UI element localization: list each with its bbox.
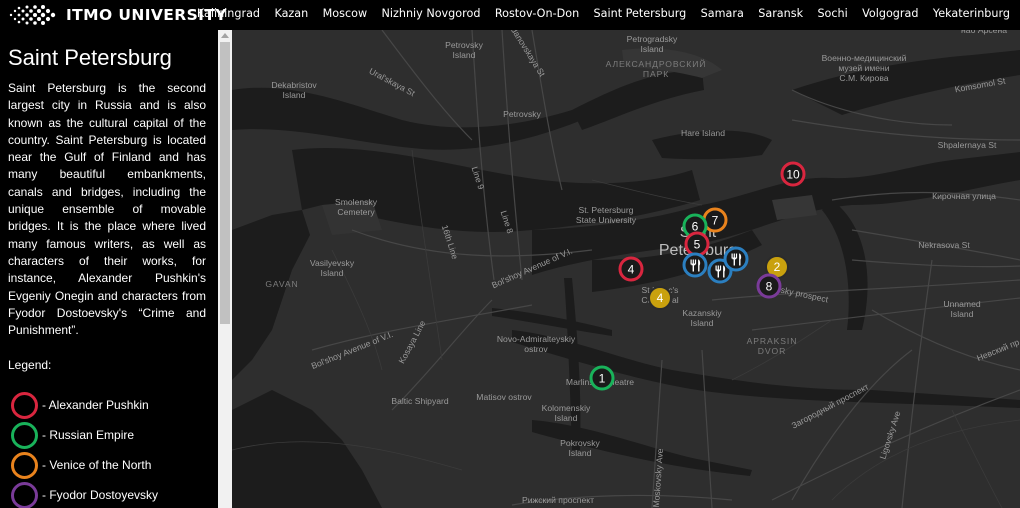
- scroll-thumb[interactable]: [220, 42, 230, 324]
- map-label-petrogradsky: Petrogradsky Island: [626, 34, 678, 54]
- map-label-petrovsky: Petrovsky Island: [445, 40, 483, 60]
- map-label-rizhsky: Рижский проспект: [521, 495, 595, 505]
- legend-label: - Russian Empire: [42, 428, 135, 442]
- map-marker-8[interactable]: 8: [756, 273, 782, 299]
- legend-item: - Fyodor Dostoyevsky: [11, 480, 158, 508]
- scroll-up-arrow-icon[interactable]: [221, 33, 229, 38]
- map-label-kolomensky: Kolomenskiy Island: [541, 403, 591, 423]
- map-label-pokrovsky: Pokrovsky Island: [560, 438, 600, 458]
- map-label-petrovsky-st: Petrovsky: [503, 109, 541, 119]
- map-label-gavan: GAVAN: [265, 279, 299, 289]
- city-nav: Kaliningrad Kazan Moscow Nizhniy Novgorod Ro…: [197, 7, 1010, 20]
- map-label-aleksandrovsky: АЛЕКСАНДРОВСКИЙ ПАРК: [605, 59, 707, 79]
- top-bar: ITMO UNIVERSITY Kaliningrad Kazan Moscow Ni…: [0, 0, 1020, 30]
- map-marker-4[interactable]: 4: [618, 256, 644, 282]
- nav-city-saint-petersburg[interactable]: Saint Petersburg: [594, 7, 687, 20]
- legend-label: - Fyodor Dostoyevsky: [42, 488, 159, 502]
- legend-item: - Venice of the North: [11, 450, 151, 480]
- nav-city-yekaterinburg[interactable]: Yekaterinburg: [933, 7, 1010, 20]
- legend-label: - Venice of the North: [42, 458, 152, 472]
- nav-city-saransk[interactable]: Saransk: [758, 7, 803, 20]
- legend-ring-icon: [11, 451, 38, 479]
- nav-city-rostov-on-don[interactable]: Rostov-On-Don: [495, 7, 579, 20]
- map-label-voenno: Военно-медицинский музей имени С.М. Киро…: [821, 53, 907, 83]
- city-description: Saint Petersburg is the second largest c…: [8, 81, 206, 338]
- map-label-novo: Novo-Admiralteyskiy ostrov: [496, 334, 576, 354]
- map[interactable]: Petrovsky Island Petrogradsky Island АЛЕКС…: [232, 30, 1020, 508]
- map-label-vasilyevsky: Vasilyevsky Island: [309, 258, 355, 278]
- map-label-apraksin: APRAKSIN DVOR: [746, 336, 798, 356]
- nav-city-nizhniy-novgorod[interactable]: Nizhniy Novgorod: [382, 7, 481, 20]
- nav-city-kaliningrad[interactable]: Kaliningrad: [197, 7, 260, 20]
- map-label-hare: Hare Island: [681, 128, 725, 138]
- map-label-state-univ: St. Petersburg State University: [575, 205, 637, 225]
- nav-city-moscow[interactable]: Moscow: [323, 7, 367, 20]
- legend-label: - Alexander Pushkin: [42, 398, 149, 412]
- dots-logo-icon: [9, 5, 56, 25]
- map-label-matisov: Matisov ostrov: [476, 392, 532, 402]
- nav-city-sochi[interactable]: Sochi: [817, 7, 847, 20]
- map-label-kazansky: Kazanskiy Island: [682, 308, 722, 328]
- fork-knife-icon: [690, 259, 700, 271]
- map-label-nekrasova: Nekrasova St: [918, 240, 970, 250]
- legend-ring-icon: [11, 391, 38, 419]
- map-label-nab: наб Арсена: [961, 30, 1007, 35]
- legend-ring-icon: [11, 421, 38, 449]
- legend-ring-icon: [11, 481, 38, 508]
- map-marker-4[interactable]: 4: [648, 286, 672, 310]
- map-label-smolensky: Smolensky Cemetery: [334, 197, 378, 217]
- itmo-logo[interactable]: ITMO UNIVERSITY: [8, 3, 227, 27]
- nav-city-samara[interactable]: Samara: [701, 7, 744, 20]
- restaurant-marker[interactable]: [682, 252, 708, 278]
- legend-title: Legend:: [8, 358, 52, 372]
- sidebar-scrollbar[interactable]: [218, 30, 232, 508]
- sidebar: Saint Petersburg Saint Petersburg is the…: [0, 30, 218, 508]
- nav-city-kazan[interactable]: Kazan: [274, 7, 308, 20]
- map-label-shpalernaya: Shpalernaya St: [937, 140, 997, 150]
- map-label-baltic: Baltic Shipyard: [391, 396, 449, 406]
- legend-item: - Russian Empire: [11, 420, 134, 450]
- map-marker-1[interactable]: 1: [589, 365, 615, 391]
- map-label-kirochnaya: Кирочная улица: [932, 191, 996, 201]
- nav-city-volgograd[interactable]: Volgograd: [862, 7, 918, 20]
- fork-knife-icon: [731, 253, 741, 265]
- map-label-dekabristov: Dekabristov Island: [271, 80, 317, 100]
- city-title: Saint Petersburg: [8, 45, 172, 70]
- restaurant-marker[interactable]: [723, 246, 749, 272]
- legend-item: - Alexander Pushkin: [11, 390, 149, 420]
- map-label-unnamed: Unnamed Island: [943, 299, 981, 319]
- map-marker-10[interactable]: 10: [780, 161, 806, 187]
